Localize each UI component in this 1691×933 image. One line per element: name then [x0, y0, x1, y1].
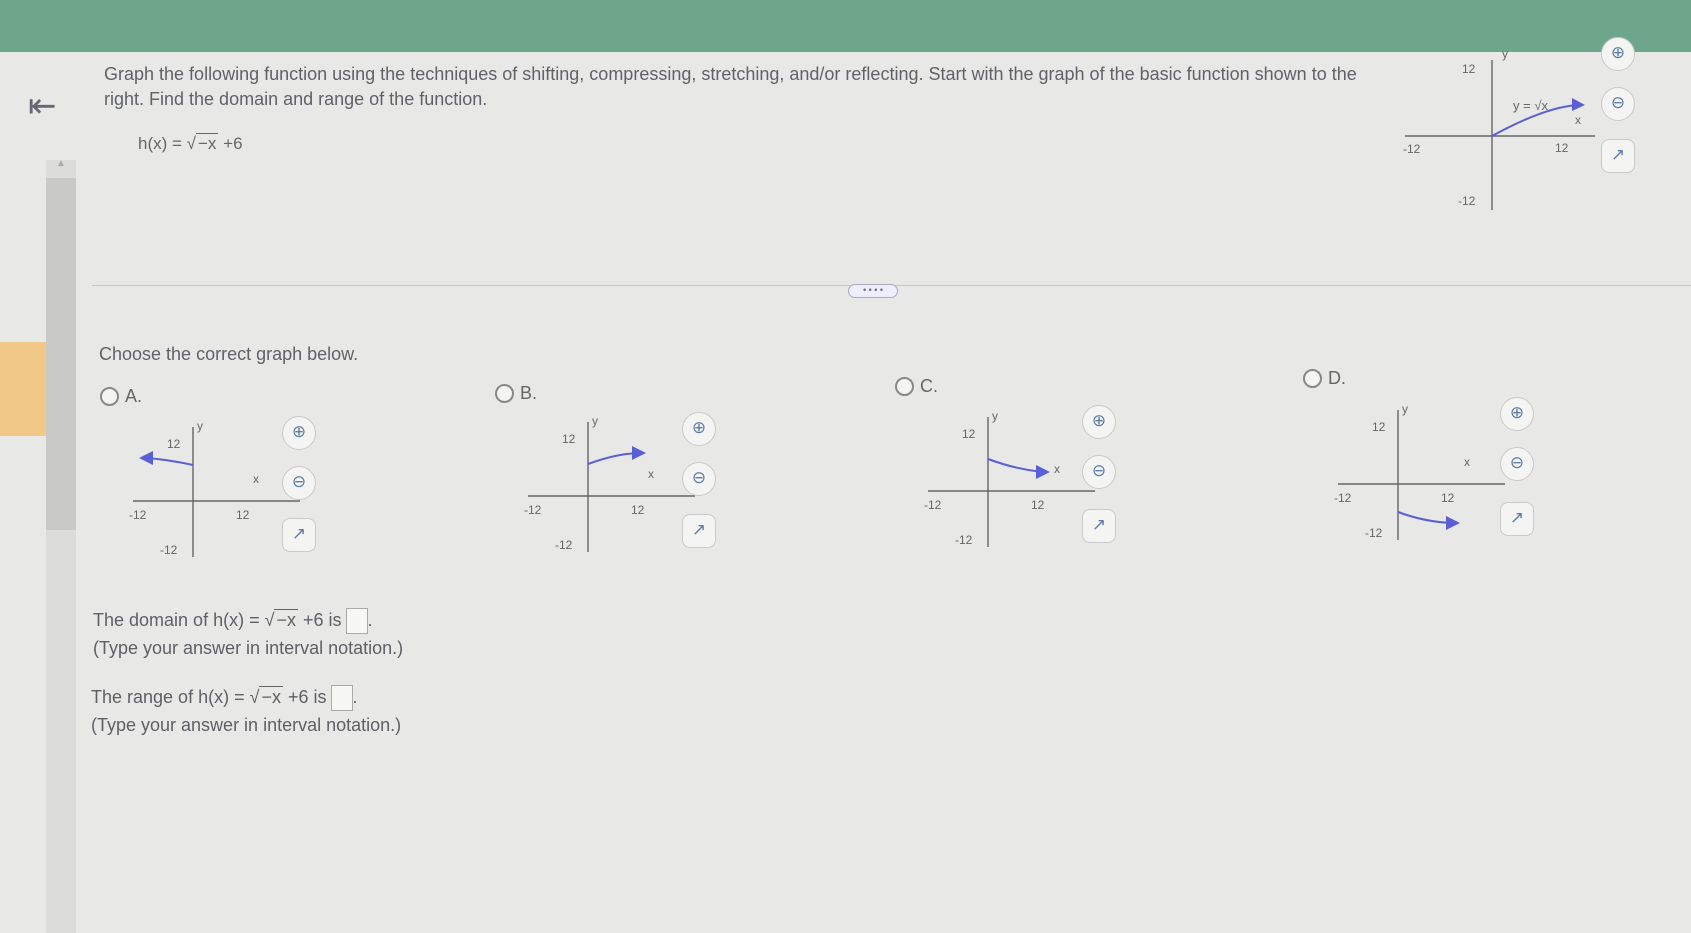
tick-12-y: 12: [962, 427, 976, 441]
radio-c[interactable]: [895, 377, 914, 396]
option-d-graph: y x 12 12 -12 -12: [1334, 402, 1505, 540]
option-d-popout-icon[interactable]: ↗: [1500, 502, 1534, 536]
tick-12-y: 12: [167, 437, 181, 451]
x-axis-label: x: [648, 467, 654, 481]
option-a-arrow: [139, 451, 153, 465]
option-c-zoom-in-icon[interactable]: ⊕: [1082, 405, 1116, 439]
tick-neg12-y: -12: [955, 533, 973, 547]
option-c-letter: C.: [920, 376, 938, 396]
tick-neg12-y: -12: [1458, 194, 1476, 208]
y-axis-label: y: [1502, 47, 1508, 61]
function-suffix: +6: [223, 134, 243, 153]
option-b-letter: B.: [520, 383, 538, 403]
domain-line: The domain of h(x) = √ −x +6 is.: [93, 606, 403, 635]
x-axis-label: x: [253, 472, 259, 486]
scroll-up-icon[interactable]: ▲: [56, 158, 66, 169]
option-a[interactable]: A.: [100, 386, 142, 407]
range-hint: (Type your answer in interval notation.): [91, 715, 402, 736]
tick-12-y: 12: [562, 432, 576, 446]
zoom-in-icon[interactable]: ⊕: [1601, 37, 1635, 71]
popout-icon[interactable]: ↗: [1601, 139, 1635, 173]
domain-question: The domain of h(x) = √ −x +6 is. (Type yo…: [93, 606, 403, 662]
range-question: The range of h(x) = √ −x +6 is. (Type you…: [91, 683, 401, 739]
radio-a[interactable]: [100, 387, 119, 406]
x-axis-label: x: [1054, 462, 1060, 476]
curve-arrow: [1572, 98, 1585, 111]
zoom-out-icon[interactable]: ⊖: [1601, 87, 1635, 121]
first-page-arrow-icon[interactable]: ⇤: [28, 86, 72, 126]
option-b-popout-icon[interactable]: ↗: [682, 514, 716, 548]
tick-neg12-x: -12: [1403, 142, 1421, 156]
range-suffix: +6 is: [288, 687, 327, 707]
choose-prompt: Choose the correct graph below.: [99, 344, 359, 364]
option-d[interactable]: D.: [1303, 368, 1346, 389]
range-line: The range of h(x) = √ −x +6 is.: [91, 683, 401, 712]
option-a-popout-icon[interactable]: ↗: [282, 518, 316, 552]
option-c-graph: y x 12 12 -12 -12: [924, 409, 1095, 547]
x-axis-label: x: [1464, 455, 1470, 469]
tick-12-x: 12: [1441, 491, 1455, 505]
tick-12-y: 12: [1462, 62, 1476, 76]
option-d-curve: [1397, 511, 1453, 524]
range-answer-input[interactable]: [330, 685, 353, 712]
curve-label: y = √x: [1513, 98, 1548, 113]
y-axis-label: y: [592, 414, 598, 428]
domain-suffix: +6 is: [303, 610, 342, 630]
option-c-zoom-out-icon[interactable]: ⊖: [1082, 455, 1116, 489]
option-c-curve: [987, 458, 1043, 473]
tick-neg12-y: -12: [160, 543, 178, 557]
tick-12-x: 12: [1031, 498, 1045, 512]
function-radicand: −x: [196, 133, 219, 153]
tick-12-y: 12: [1372, 420, 1386, 434]
option-a-letter: A.: [125, 386, 143, 406]
tick-12-x: 12: [1555, 141, 1569, 155]
scrollbar-thumb[interactable]: [46, 178, 76, 530]
tick-neg12-x: -12: [129, 508, 147, 522]
option-a-zoom-out-icon[interactable]: ⊖: [282, 466, 316, 500]
radio-b[interactable]: [495, 384, 514, 403]
option-b-zoom-out-icon[interactable]: ⊖: [682, 462, 716, 496]
radio-d[interactable]: [1303, 369, 1322, 388]
y-axis-label: y: [197, 419, 203, 433]
option-c-popout-icon[interactable]: ↗: [1082, 509, 1116, 543]
tick-12-x: 12: [236, 508, 250, 522]
option-d-zoom-in-icon[interactable]: ⊕: [1500, 397, 1534, 431]
y-axis-label: y: [1402, 402, 1408, 416]
option-d-zoom-out-icon[interactable]: ⊖: [1500, 447, 1534, 481]
divider-handle[interactable]: • • • •: [848, 284, 898, 298]
y-axis-label: y: [992, 409, 998, 423]
tick-neg12-x: -12: [524, 503, 542, 517]
range-radicand: −x: [259, 686, 283, 707]
domain-hint: (Type your answer in interval notation.): [93, 638, 404, 659]
range-prefix: The range of h(x) =: [91, 687, 245, 707]
tick-neg12-y: -12: [1365, 526, 1383, 540]
function-prefix: h(x) =: [138, 134, 182, 153]
domain-prefix: The domain of h(x) =: [93, 610, 260, 630]
option-b-graph: y x 12 12 -12 -12: [524, 414, 695, 552]
domain-radicand: −x: [274, 609, 298, 630]
x-axis-label: x: [1575, 113, 1581, 127]
tick-neg12-x: -12: [924, 498, 942, 512]
question-text: Graph the following function using the t…: [104, 64, 1357, 109]
option-d-arrow: [1446, 516, 1460, 530]
option-c-arrow: [1036, 465, 1050, 479]
option-a-zoom-in-icon[interactable]: ⊕: [282, 416, 316, 450]
option-b-zoom-in-icon[interactable]: ⊕: [682, 412, 716, 446]
option-d-letter: D.: [1328, 368, 1346, 388]
option-b-curve: [587, 452, 639, 465]
side-tab[interactable]: [0, 342, 48, 436]
tick-neg12-y: -12: [555, 538, 573, 552]
basic-function-graph: y x y = √x 12 12 -12 -12: [1403, 47, 1595, 210]
domain-answer-input[interactable]: [345, 608, 368, 635]
option-b-arrow: [632, 446, 646, 460]
tick-neg12-x: -12: [1334, 491, 1352, 505]
tick-12-x: 12: [631, 503, 645, 517]
function-expression: h(x) = √ −x +6: [138, 133, 243, 153]
option-b[interactable]: B.: [495, 383, 537, 404]
option-c[interactable]: C.: [895, 376, 938, 397]
